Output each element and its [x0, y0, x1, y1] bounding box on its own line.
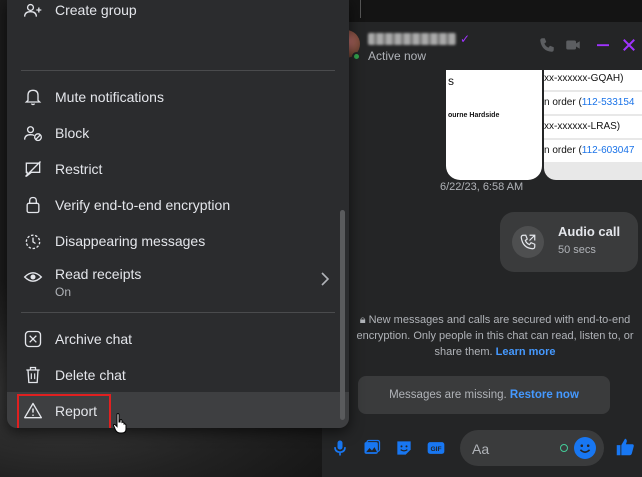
- shared-order-card[interactable]: xx-xxxxxx-GQAH) n order (112-533154 xx-x…: [544, 70, 642, 180]
- order-row: xx-xxxxxx-LRAS): [544, 116, 642, 138]
- screen: ✓ Active now s ourne Hardside xx-xxxxxx-…: [0, 0, 642, 477]
- chevron-right-icon: [321, 272, 330, 286]
- order-row: xx-xxxxxx-GQAH): [544, 70, 642, 90]
- video-call-icon[interactable]: [564, 36, 582, 54]
- background-divider: [360, 0, 361, 18]
- minimize-icon[interactable]: [594, 36, 612, 54]
- sticker-icon[interactable]: [394, 438, 414, 458]
- phone-call-icon: [520, 234, 536, 250]
- menu-label: Block: [55, 125, 90, 141]
- menu-item-read-receipts[interactable]: Read receipts On: [7, 259, 349, 305]
- menu-item-block[interactable]: Block: [7, 115, 349, 151]
- microphone-icon[interactable]: [330, 438, 350, 458]
- menu-divider: [21, 70, 335, 71]
- menu-scrollbar[interactable]: [340, 210, 345, 420]
- menu-label: Restrict: [55, 161, 103, 177]
- timer-icon: [25, 234, 41, 250]
- gif-icon[interactable]: GIF: [426, 438, 446, 458]
- message-input[interactable]: Aa: [460, 430, 604, 466]
- shared-image-card[interactable]: s ourne Hardside: [446, 70, 542, 180]
- chat-header: ✓ Active now: [322, 22, 642, 68]
- menu-label: Disappearing messages: [55, 233, 206, 249]
- bell-icon: [24, 89, 42, 106]
- report-highlight-box: [17, 394, 111, 428]
- menu-item-disappearing-messages[interactable]: Disappearing messages: [7, 223, 349, 259]
- chat-window: ✓ Active now s ourne Hardside xx-xxxxxx-…: [322, 22, 642, 477]
- trash-icon: [26, 366, 40, 384]
- menu-item-verify-encryption[interactable]: Verify end-to-end encryption: [7, 187, 349, 223]
- menu-label: Create group: [55, 2, 137, 18]
- learn-more-link[interactable]: Learn more: [496, 346, 556, 358]
- call-icon-wrap: [512, 226, 544, 258]
- order-row: n order (112-603047: [544, 140, 642, 162]
- message-timestamp: 6/22/23, 6:58 AM: [440, 181, 524, 193]
- menu-item-delete-chat[interactable]: Delete chat: [7, 357, 349, 393]
- image-icon[interactable]: [362, 438, 382, 458]
- encryption-notice: 🔒︎ New messages and calls are secured wi…: [356, 314, 634, 358]
- seen-indicator: [560, 444, 568, 452]
- thumbs-up-icon[interactable]: [614, 436, 636, 458]
- menu-label: Read receipts: [55, 266, 142, 282]
- online-indicator: [352, 52, 361, 61]
- menu-label: Verify end-to-end encryption: [55, 197, 231, 213]
- card-text-line: s: [448, 74, 454, 88]
- encryption-lock-icon: 🔒︎: [359, 314, 369, 326]
- emoji-icon[interactable]: [574, 437, 596, 459]
- restore-now-link[interactable]: Restore now: [510, 389, 579, 401]
- hand-cursor-icon: [112, 413, 127, 434]
- menu-item-create-group[interactable]: Create group: [7, 0, 349, 28]
- archive-icon: [24, 330, 42, 348]
- card-text-line: ourne Hardside: [448, 112, 500, 119]
- create-group-icon: [24, 3, 42, 17]
- close-icon[interactable]: [620, 36, 638, 54]
- message-composer: GIF Aa: [322, 426, 642, 470]
- order-link[interactable]: 112-603047: [582, 145, 635, 156]
- order-row: n order (112-533154: [544, 92, 642, 114]
- restrict-icon: [25, 161, 41, 178]
- chevron-down-icon[interactable]: ✓: [460, 32, 470, 46]
- menu-divider: [21, 312, 335, 313]
- menu-label: Archive chat: [55, 331, 133, 347]
- lock-icon: [26, 196, 40, 214]
- svg-text:GIF: GIF: [430, 446, 441, 453]
- order-link[interactable]: 112-533154: [582, 97, 635, 108]
- message-input-placeholder: Aa: [472, 441, 490, 457]
- menu-sublabel: On: [55, 285, 72, 299]
- menu-item-archive-chat[interactable]: Archive chat: [7, 321, 349, 357]
- conversation-options-menu: Create group Mute notifications Block Re…: [7, 0, 349, 428]
- menu-item-mute-notifications[interactable]: Mute notifications: [7, 79, 349, 115]
- block-user-icon: [24, 126, 42, 142]
- audio-call-title: Audio call: [558, 224, 621, 239]
- eye-icon: [23, 272, 43, 282]
- messages-missing-banner: Messages are missing. Restore now: [358, 376, 610, 414]
- audio-call-duration: 50 secs: [558, 244, 596, 256]
- audio-call-bubble[interactable]: Audio call 50 secs: [500, 212, 638, 272]
- active-status: Active now: [368, 49, 427, 63]
- contact-name-blurred[interactable]: [368, 33, 456, 45]
- menu-item-restrict[interactable]: Restrict: [7, 151, 349, 187]
- menu-label: Mute notifications: [55, 89, 164, 105]
- phone-icon[interactable]: [538, 36, 556, 54]
- menu-label: Delete chat: [55, 367, 126, 383]
